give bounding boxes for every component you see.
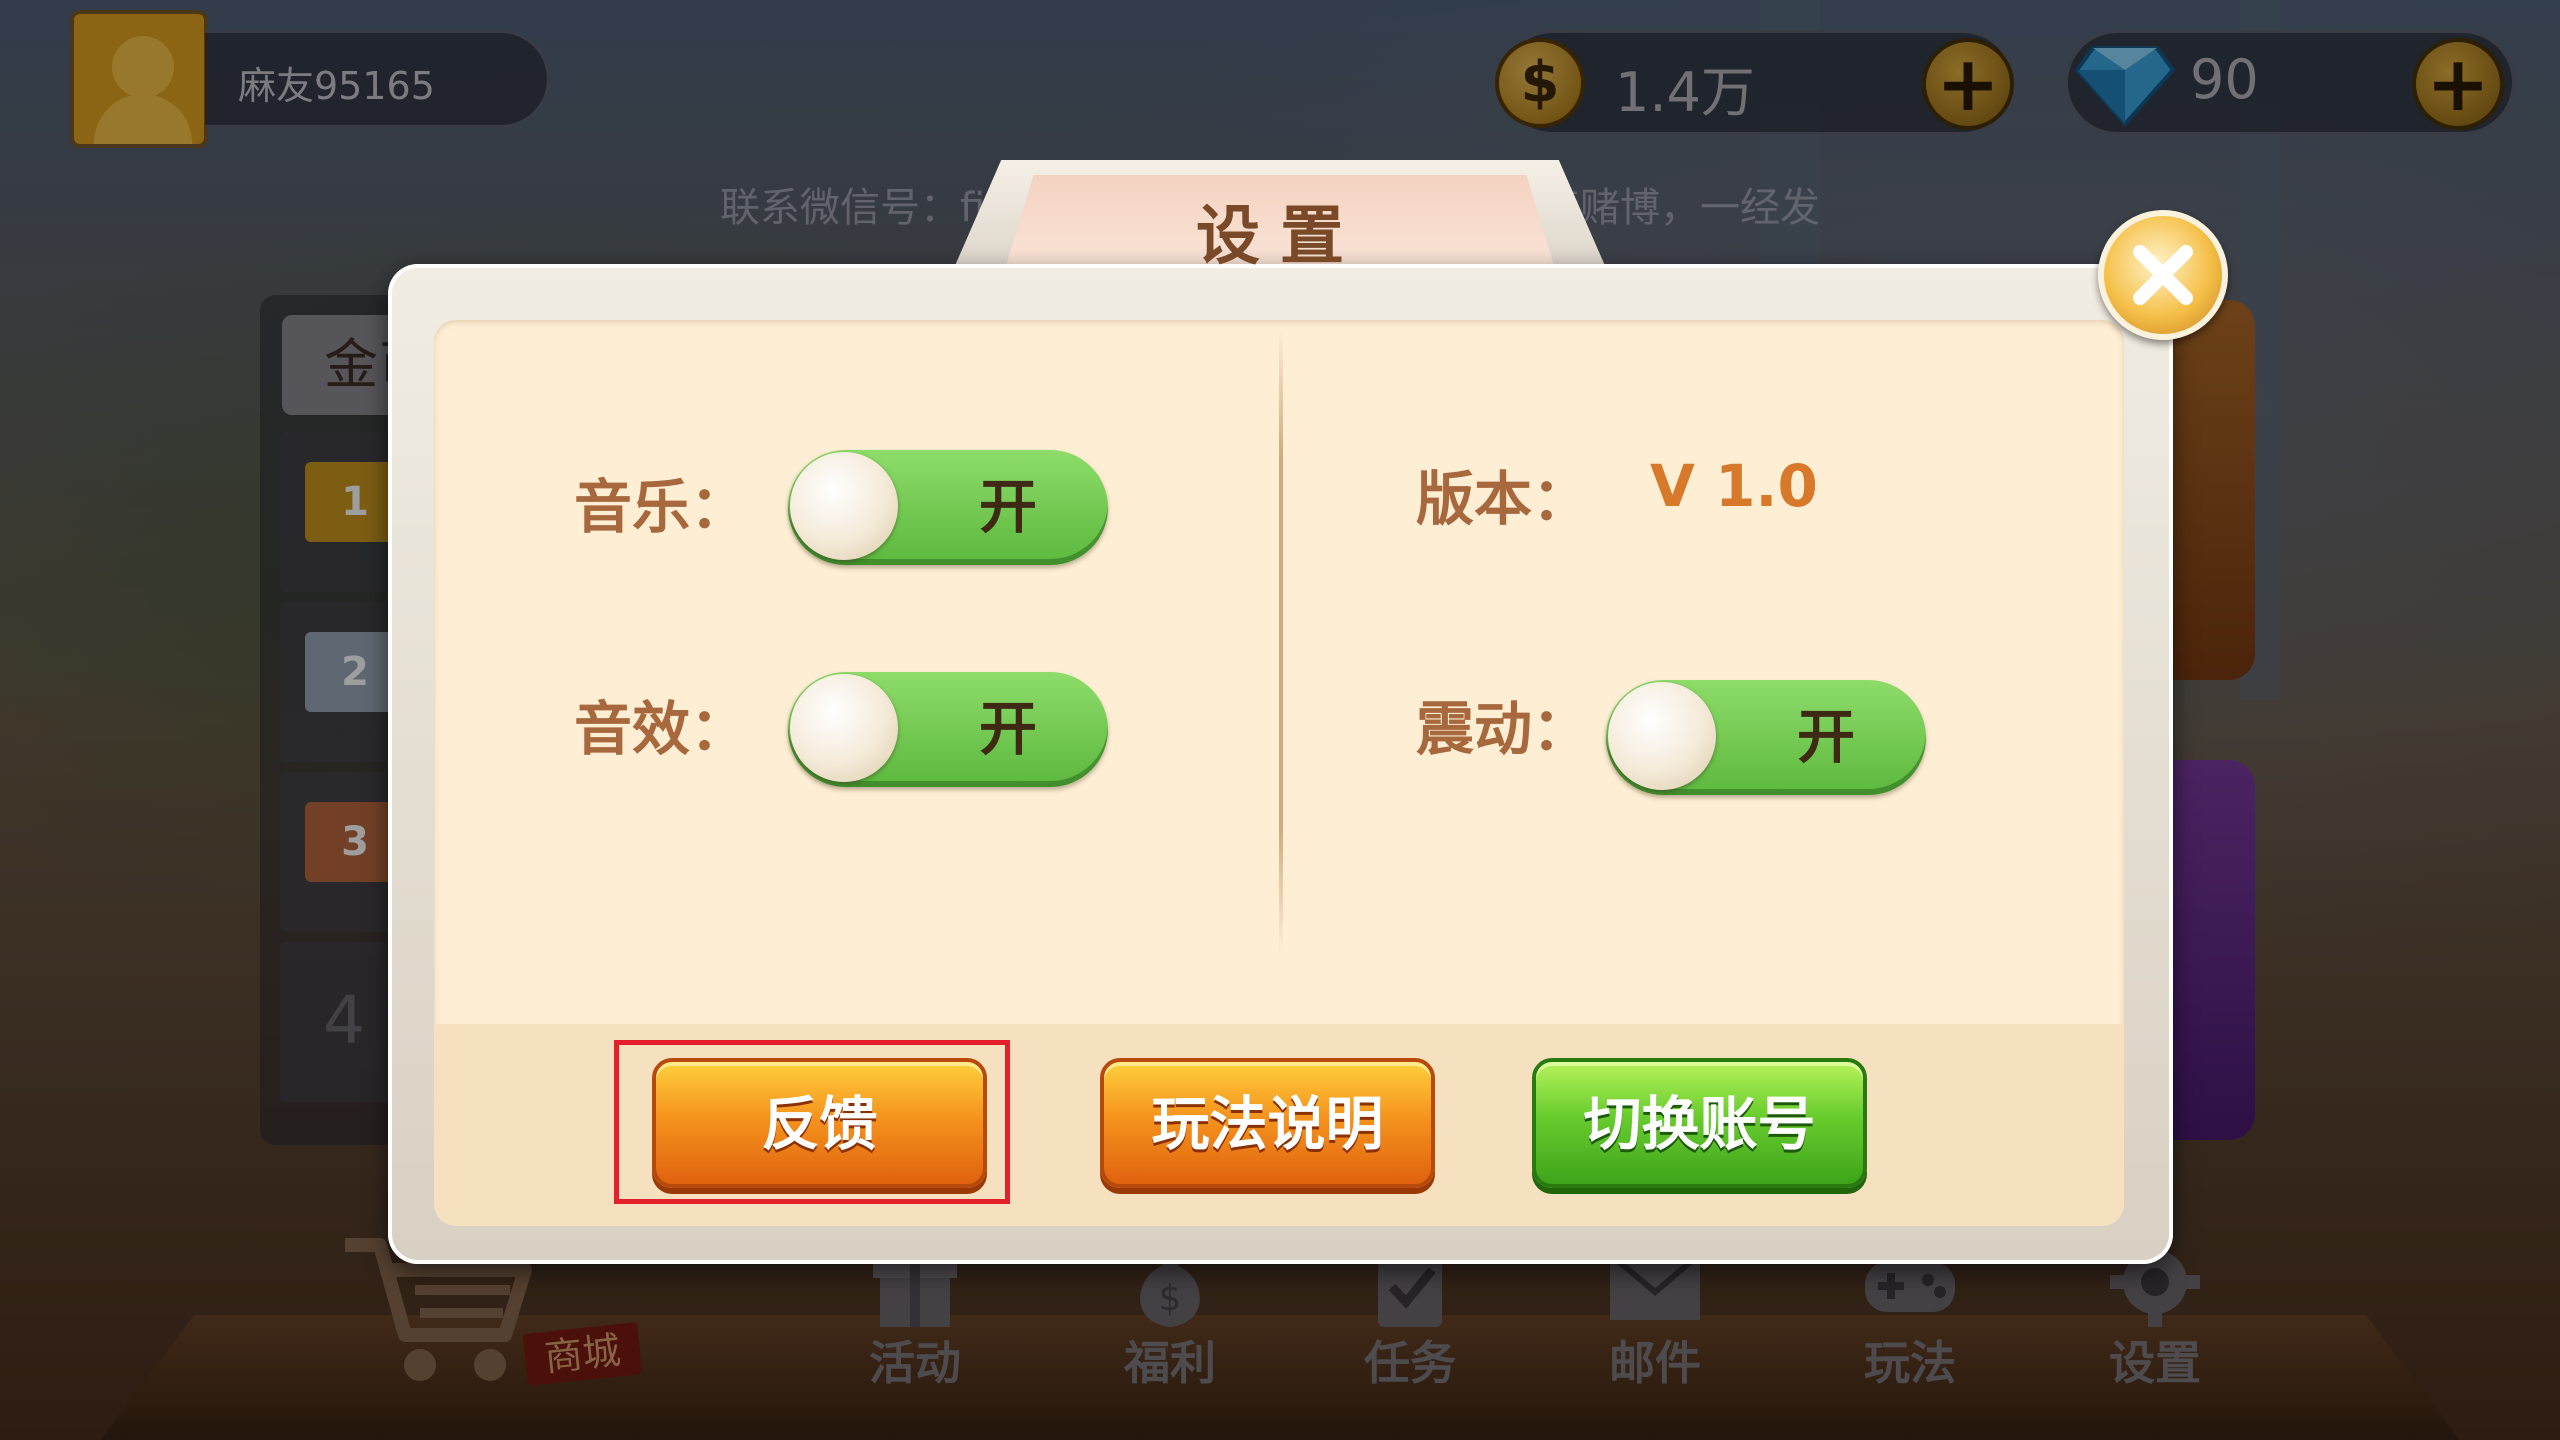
toggle-state: 开 [978,473,1037,541]
dialog-title: 设置 [1196,200,1364,274]
vibration-label: 震动： [1416,695,1591,763]
settings-panel: 音乐： 开 音效： 开 版本： V 1.0 震动： 开 反馈 玩法说明 切换账号 [434,320,2124,1226]
toggle-state: 开 [1796,703,1855,771]
switch-account-button[interactable]: 切换账号 [1532,1058,1867,1188]
music-toggle[interactable]: 开 [788,450,1108,565]
dialog-footer: 反馈 玩法说明 切换账号 [434,1024,2124,1226]
toggle-knob [1608,682,1716,790]
vibration-toggle[interactable]: 开 [1606,680,1926,795]
version-label: 版本： [1416,465,1591,533]
rules-button[interactable]: 玩法说明 [1100,1058,1435,1188]
toggle-state: 开 [978,695,1037,763]
toggle-knob [790,452,898,560]
close-button[interactable] [2098,210,2228,340]
sound-effects-label: 音效： [574,695,749,763]
close-x-icon [2133,245,2193,305]
feedback-button[interactable]: 反馈 [652,1058,987,1188]
version-value: V 1.0 [1650,452,1818,520]
sound-effects-toggle[interactable]: 开 [788,672,1108,787]
toggle-knob [790,674,898,782]
column-divider [1279,332,1283,952]
music-label: 音乐： [574,473,749,541]
game-lobby-screen: 麻友95165 $ 1.4万 + 90 + 联系微信号：fis 禁赌博，一经发 … [0,0,2560,1440]
